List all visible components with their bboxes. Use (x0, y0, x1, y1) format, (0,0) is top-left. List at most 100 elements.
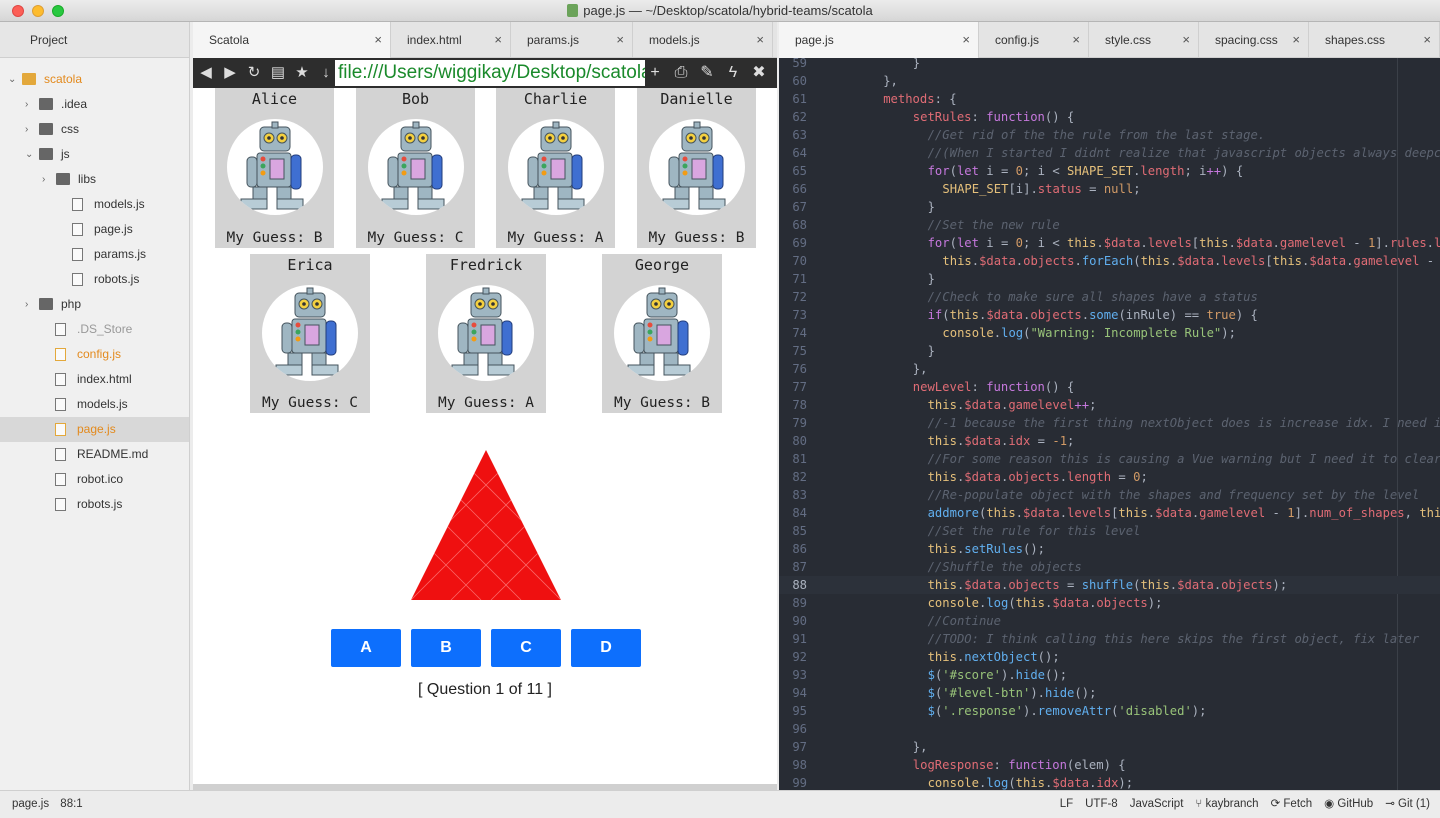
tree-item[interactable]: ⌄ scatola (0, 67, 189, 92)
close-tab-icon[interactable]: × (494, 22, 502, 58)
code-line[interactable]: 73 if(this.$data.objects.some(inRule) == … (779, 306, 1440, 324)
answer-button-c[interactable]: C (491, 629, 561, 667)
tab-index-html[interactable]: index.html × (391, 22, 511, 58)
close-tab-icon[interactable]: × (1072, 22, 1080, 58)
code-line[interactable]: 79 //-1 because the first thing nextObjec… (779, 414, 1440, 432)
tools-icon[interactable]: ✖ (749, 63, 769, 83)
code-line[interactable]: 77 newLevel: function() { (779, 378, 1440, 396)
back-arrow-icon[interactable]: ◀ (197, 64, 215, 82)
plus-icon[interactable]: + (645, 63, 665, 83)
code-line[interactable]: 81 //For some reason this is causing a Vu… (779, 450, 1440, 468)
tree-item[interactable]: › libs (0, 167, 189, 192)
tree-item[interactable]: robot.ico (0, 467, 189, 492)
code-line[interactable]: 66 SHAPE_SET[i].status = null; (779, 180, 1440, 198)
code-line[interactable]: 76}, (779, 360, 1440, 378)
tree-item[interactable]: robots.js (0, 492, 189, 517)
minimize-window-button[interactable] (32, 5, 44, 17)
code-line[interactable]: 68 //Set the new rule (779, 216, 1440, 234)
code-line[interactable]: 65 for(let i = 0; i < SHAPE_SET.length; i… (779, 162, 1440, 180)
code-line[interactable]: 80 this.$data.idx = -1; (779, 432, 1440, 450)
code-line[interactable]: 88 this.$data.objects = shuffle(this.$dat… (779, 576, 1440, 594)
maximize-window-button[interactable] (52, 5, 64, 17)
code-line[interactable]: 83 //Re-populate object with the shapes a… (779, 486, 1440, 504)
code-line[interactable]: 84 addmore(this.$data.levels[this.$data.g… (779, 504, 1440, 522)
close-tab-icon[interactable]: × (616, 22, 624, 58)
code-line[interactable]: 74 console.log("Warning: Incomplete Rule"… (779, 324, 1440, 342)
tree-item[interactable]: params.js (0, 242, 189, 267)
chevron-icon[interactable]: ⌄ (8, 67, 16, 92)
reader-book-icon[interactable]: ▤ (269, 64, 287, 82)
tree-item[interactable]: index.html (0, 367, 189, 392)
code-line[interactable]: 90 //Continue (779, 612, 1440, 630)
status-cursor[interactable]: 88:1 (60, 798, 82, 810)
code-line[interactable]: 93 $('#score').hide(); (779, 666, 1440, 684)
code-line[interactable]: 91 //TODO: I think calling this here skip… (779, 630, 1440, 648)
code-line[interactable]: 89 console.log(this.$data.objects); (779, 594, 1440, 612)
tree-item[interactable]: page.js (0, 217, 189, 242)
tree-item[interactable]: robots.js (0, 267, 189, 292)
chevron-icon[interactable]: › (42, 167, 45, 192)
status-item-javascript[interactable]: JavaScript (1130, 791, 1184, 818)
status-file[interactable]: page.js (12, 798, 49, 810)
status-item-utf-8[interactable]: UTF-8 (1085, 791, 1118, 818)
status-item-lf[interactable]: LF (1060, 791, 1073, 818)
tab-page-js[interactable]: page.js × (779, 22, 979, 58)
chevron-icon[interactable]: ⌄ (25, 142, 33, 167)
close-tab-icon[interactable]: × (1292, 22, 1300, 58)
code-line[interactable]: 82 this.$data.objects.length = 0; (779, 468, 1440, 486)
star-icon[interactable]: ★ (293, 64, 311, 82)
chevron-icon[interactable]: › (25, 92, 28, 117)
code-line[interactable]: 62 setRules: function() { (779, 108, 1440, 126)
tab-spacing-css[interactable]: spacing.css × (1199, 22, 1309, 58)
tree-item[interactable]: models.js (0, 192, 189, 217)
close-window-button[interactable] (12, 5, 24, 17)
download-arrow-icon[interactable]: ↓ (317, 64, 335, 82)
chevron-icon[interactable]: › (25, 117, 28, 142)
status-item-fetch[interactable]: ⟳ Fetch (1271, 791, 1313, 818)
close-tab-icon[interactable]: × (962, 22, 970, 58)
code-line[interactable]: 61 methods: { (779, 90, 1440, 108)
code-line[interactable]: 92 this.nextObject(); (779, 648, 1440, 666)
status-item-kaybranch[interactable]: ⑂ kaybranch (1195, 791, 1258, 818)
project-tab[interactable]: Project (0, 22, 189, 58)
close-tab-icon[interactable]: × (756, 22, 764, 58)
status-item-git-1-[interactable]: ⊸ Git (1) (1385, 791, 1430, 818)
code-line[interactable]: 64 //(When I started I didnt realize that… (779, 144, 1440, 162)
code-line[interactable]: 67} (779, 198, 1440, 216)
code-line[interactable]: 71} (779, 270, 1440, 288)
code-line[interactable]: 99 console.log(this.$data.idx); (779, 774, 1440, 790)
code-line[interactable]: 94 $('#level-btn').hide(); (779, 684, 1440, 702)
tree-item[interactable]: page.js (0, 417, 189, 442)
forward-arrow-icon[interactable]: ▶ (221, 64, 239, 82)
close-tab-icon[interactable]: × (1182, 22, 1190, 58)
tree-item[interactable]: › css (0, 117, 189, 142)
answer-button-b[interactable]: B (411, 629, 481, 667)
code-line[interactable]: 70 this.$data.objects.forEach(this.$data.… (779, 252, 1440, 270)
tab-models-js[interactable]: models.js × (633, 22, 773, 58)
code-line[interactable]: 69 for(let i = 0; i < this.$data.levels[t… (779, 234, 1440, 252)
print-icon[interactable]: ⎙ (671, 63, 691, 83)
tree-item[interactable]: README.md (0, 442, 189, 467)
tab-params-js[interactable]: params.js × (511, 22, 633, 58)
refresh-icon[interactable]: ↻ (245, 64, 263, 82)
lightning-icon[interactable]: ϟ (723, 63, 743, 83)
answer-button-d[interactable]: D (571, 629, 641, 667)
tab-config-js[interactable]: config.js × (979, 22, 1089, 58)
tree-item[interactable]: › .idea (0, 92, 189, 117)
tree-item[interactable]: config.js (0, 342, 189, 367)
code-line[interactable]: 97}, (779, 738, 1440, 756)
code-line[interactable]: 75} (779, 342, 1440, 360)
tab-shapes-css[interactable]: shapes.css × (1309, 22, 1440, 58)
code-line[interactable]: 87 //Shuffle the objects (779, 558, 1440, 576)
code-line[interactable]: 78 this.$data.gamelevel++; (779, 396, 1440, 414)
tree-item[interactable]: models.js (0, 392, 189, 417)
code-line[interactable]: 85 //Set the rule for this level (779, 522, 1440, 540)
pin-icon[interactable]: ✎ (697, 63, 717, 83)
code-line[interactable]: 63 //Get rid of the the rule from the las… (779, 126, 1440, 144)
code-line[interactable]: 60}, (779, 72, 1440, 90)
tab-scatola[interactable]: Scatola × (193, 22, 391, 58)
code-line[interactable]: 86 this.setRules(); (779, 540, 1440, 558)
close-tab-icon[interactable]: × (374, 22, 382, 58)
status-item-github[interactable]: ◉ GitHub (1324, 791, 1373, 818)
code-line[interactable]: 59} (779, 58, 1440, 72)
